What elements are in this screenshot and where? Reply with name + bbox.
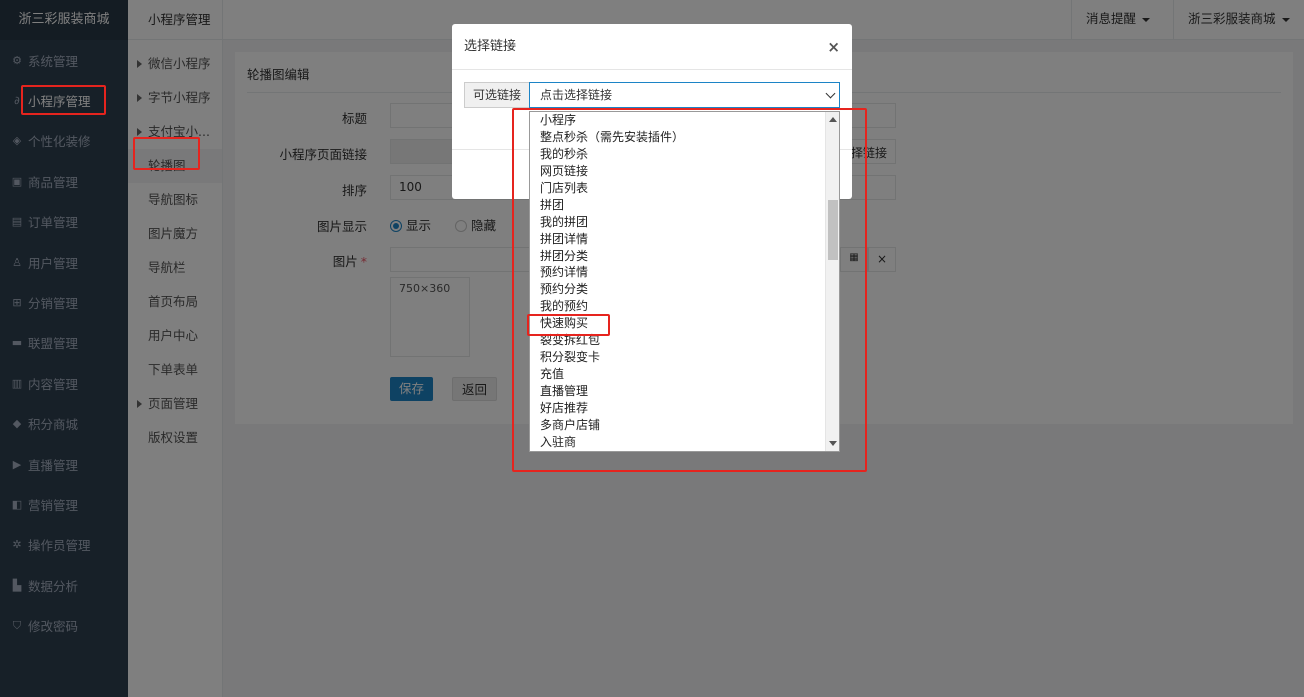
chevron-down-icon: [825, 88, 836, 99]
highlight-options-list: [512, 108, 867, 472]
link-addon-label: 可选链接: [464, 82, 530, 108]
close-icon[interactable]: ×: [827, 24, 840, 70]
link-select[interactable]: 点击选择链接: [529, 82, 840, 108]
link-select-value: 点击选择链接: [540, 88, 613, 102]
modal-header: 选择链接 ×: [452, 24, 852, 70]
highlight-miniprogram: [21, 85, 106, 115]
highlight-quick-buy: [527, 314, 610, 336]
highlight-carousel: [133, 137, 200, 170]
modal-title: 选择链接: [464, 39, 517, 54]
